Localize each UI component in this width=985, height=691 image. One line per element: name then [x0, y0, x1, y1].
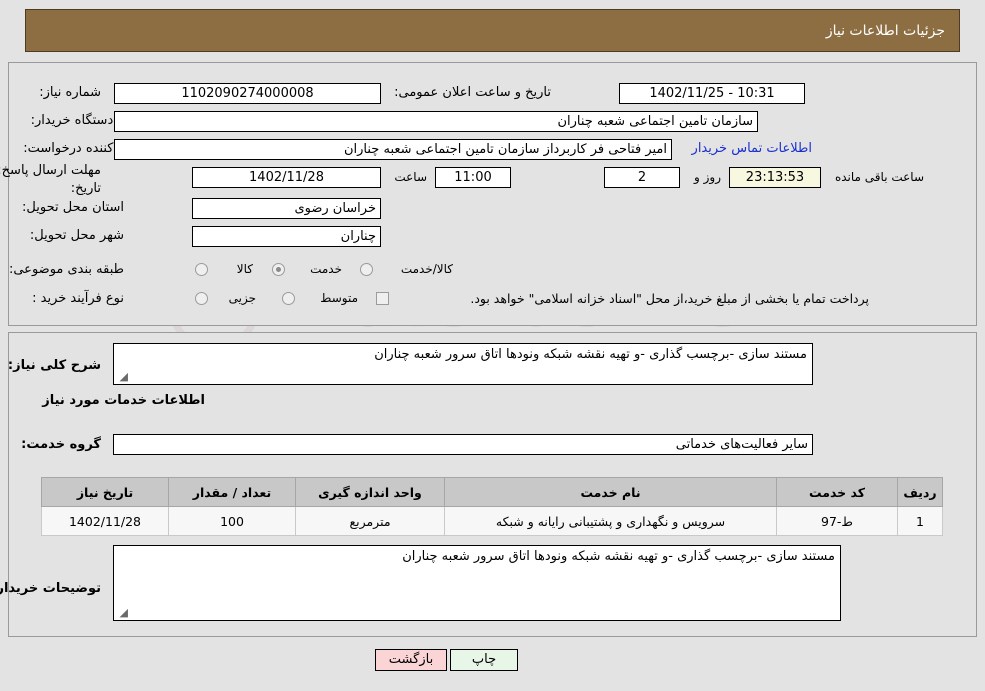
- buyer-contact-link[interactable]: اطلاعات تماس خریدار: [692, 141, 812, 156]
- radio-category-kala-label: کالا: [236, 262, 253, 276]
- need-number-label: شماره نیاز:: [39, 85, 101, 100]
- announce-label: تاریخ و ساعت اعلان عمومی:: [394, 85, 551, 100]
- remaining-time-label: ساعت باقی مانده: [834, 170, 924, 184]
- service-group-value: سایر فعالیت‌های خدماتی: [113, 434, 813, 455]
- city-label: شهر محل تحویل:: [29, 228, 124, 243]
- radio-process-jozei[interactable]: [195, 292, 208, 305]
- page-title: جزئیات اطلاعات نیاز: [825, 23, 945, 39]
- cell-service-code: ط-97: [776, 506, 898, 536]
- description-textarea[interactable]: مستند سازی -برچسب گذاری -و تهیه نقشه شبک…: [113, 343, 813, 385]
- th-quantity: تعداد / مقدار: [168, 477, 296, 507]
- deadline-hour-word: ساعت: [394, 170, 427, 184]
- radio-category-kala[interactable]: [195, 263, 208, 276]
- creator-value: امیر فتاحی فر کاربرداز سازمان تامین اجتم…: [114, 139, 672, 160]
- province-value: خراسان رضوی: [192, 198, 381, 219]
- th-service-code: کد خدمت: [776, 477, 898, 507]
- deadline-days-value: 2: [604, 167, 680, 188]
- buyer-notes-textarea[interactable]: مستند سازی -برچسب گذاری -و تهیه نقشه شبک…: [113, 545, 841, 621]
- countdown-timer: 23:13:53: [729, 167, 821, 188]
- radio-process-jozei-label: جزیی: [228, 291, 256, 305]
- radio-category-khedmat-label: خدمت: [310, 262, 342, 276]
- description-text: مستند سازی -برچسب گذاری -و تهیه نقشه شبک…: [374, 347, 807, 362]
- th-service-name: نام خدمت: [444, 477, 777, 507]
- cell-service-name: سرویس و نگهداری و پشتیبانی رایانه و شبکه: [444, 506, 777, 536]
- th-unit: واحد اندازه گیری: [295, 477, 445, 507]
- buyer-org-value: سازمان تامین اجتماعی شعبه چناران: [114, 111, 758, 132]
- page-header: جزئیات اطلاعات نیاز: [25, 9, 960, 52]
- table-row: 1 ط-97 سرویس و نگهداری و پشتیبانی رایانه…: [41, 506, 943, 536]
- resize-grip-icon-notes[interactable]: ◢: [116, 607, 128, 619]
- description-label: شرح کلی نیاز:: [7, 358, 101, 373]
- deadline-label-line2: تاریخ:: [70, 181, 101, 196]
- radio-process-motevaset[interactable]: [282, 292, 295, 305]
- deadline-label-line1: مهلت ارسال پاسخ: تا: [0, 163, 101, 178]
- cell-row-no: 1: [897, 506, 943, 536]
- radio-category-khedmat[interactable]: [272, 263, 285, 276]
- resize-grip-icon[interactable]: ◢: [116, 371, 128, 383]
- category-label: طبقه بندی موضوعی:: [8, 262, 124, 277]
- treasury-note-label: پرداخت تمام یا بخشی از مبلغ خرید،از محل …: [470, 291, 869, 306]
- table-header-row: ردیف کد خدمت نام خدمت واحد اندازه گیری ت…: [41, 477, 943, 507]
- page-root: V AriaTender.net جزئیات اطلاعات نیاز شما…: [0, 0, 985, 691]
- cell-quantity: 100: [168, 506, 296, 536]
- services-section-title: اطلاعات خدمات مورد نیاز: [42, 393, 205, 408]
- th-row-no: ردیف: [897, 477, 943, 507]
- buyer-notes-text: مستند سازی -برچسب گذاری -و تهیه نقشه شبک…: [402, 549, 835, 564]
- buyer-notes-label: توضیحات خریدار:: [0, 581, 101, 596]
- services-table: ردیف کد خدمت نام خدمت واحد اندازه گیری ت…: [41, 477, 943, 536]
- deadline-time-value: 11:00: [435, 167, 511, 188]
- deadline-date-value: 1402/11/28: [192, 167, 381, 188]
- need-number-value: 1102090274000008: [114, 83, 381, 104]
- service-group-label: گروه خدمت:: [21, 437, 101, 452]
- province-label: استان محل تحویل:: [22, 200, 124, 215]
- cell-unit: مترمربع: [295, 506, 445, 536]
- radio-category-kala-khedmat[interactable]: [360, 263, 373, 276]
- announce-value: 10:31 - 1402/11/25: [619, 83, 805, 104]
- process-label: نوع فرآیند خرید :: [32, 291, 124, 306]
- print-button[interactable]: چاپ: [450, 649, 518, 671]
- radio-process-motevaset-label: متوسط: [320, 291, 358, 305]
- back-button[interactable]: بازگشت: [375, 649, 447, 671]
- deadline-days-word: روز و: [694, 170, 721, 184]
- cell-need-date: 1402/11/28: [41, 506, 169, 536]
- city-value: چناران: [192, 226, 381, 247]
- radio-category-kala-khedmat-label: کالا/خدمت: [400, 262, 453, 276]
- checkbox-treasury-docs[interactable]: [376, 292, 389, 305]
- th-need-date: تاریخ نیاز: [41, 477, 169, 507]
